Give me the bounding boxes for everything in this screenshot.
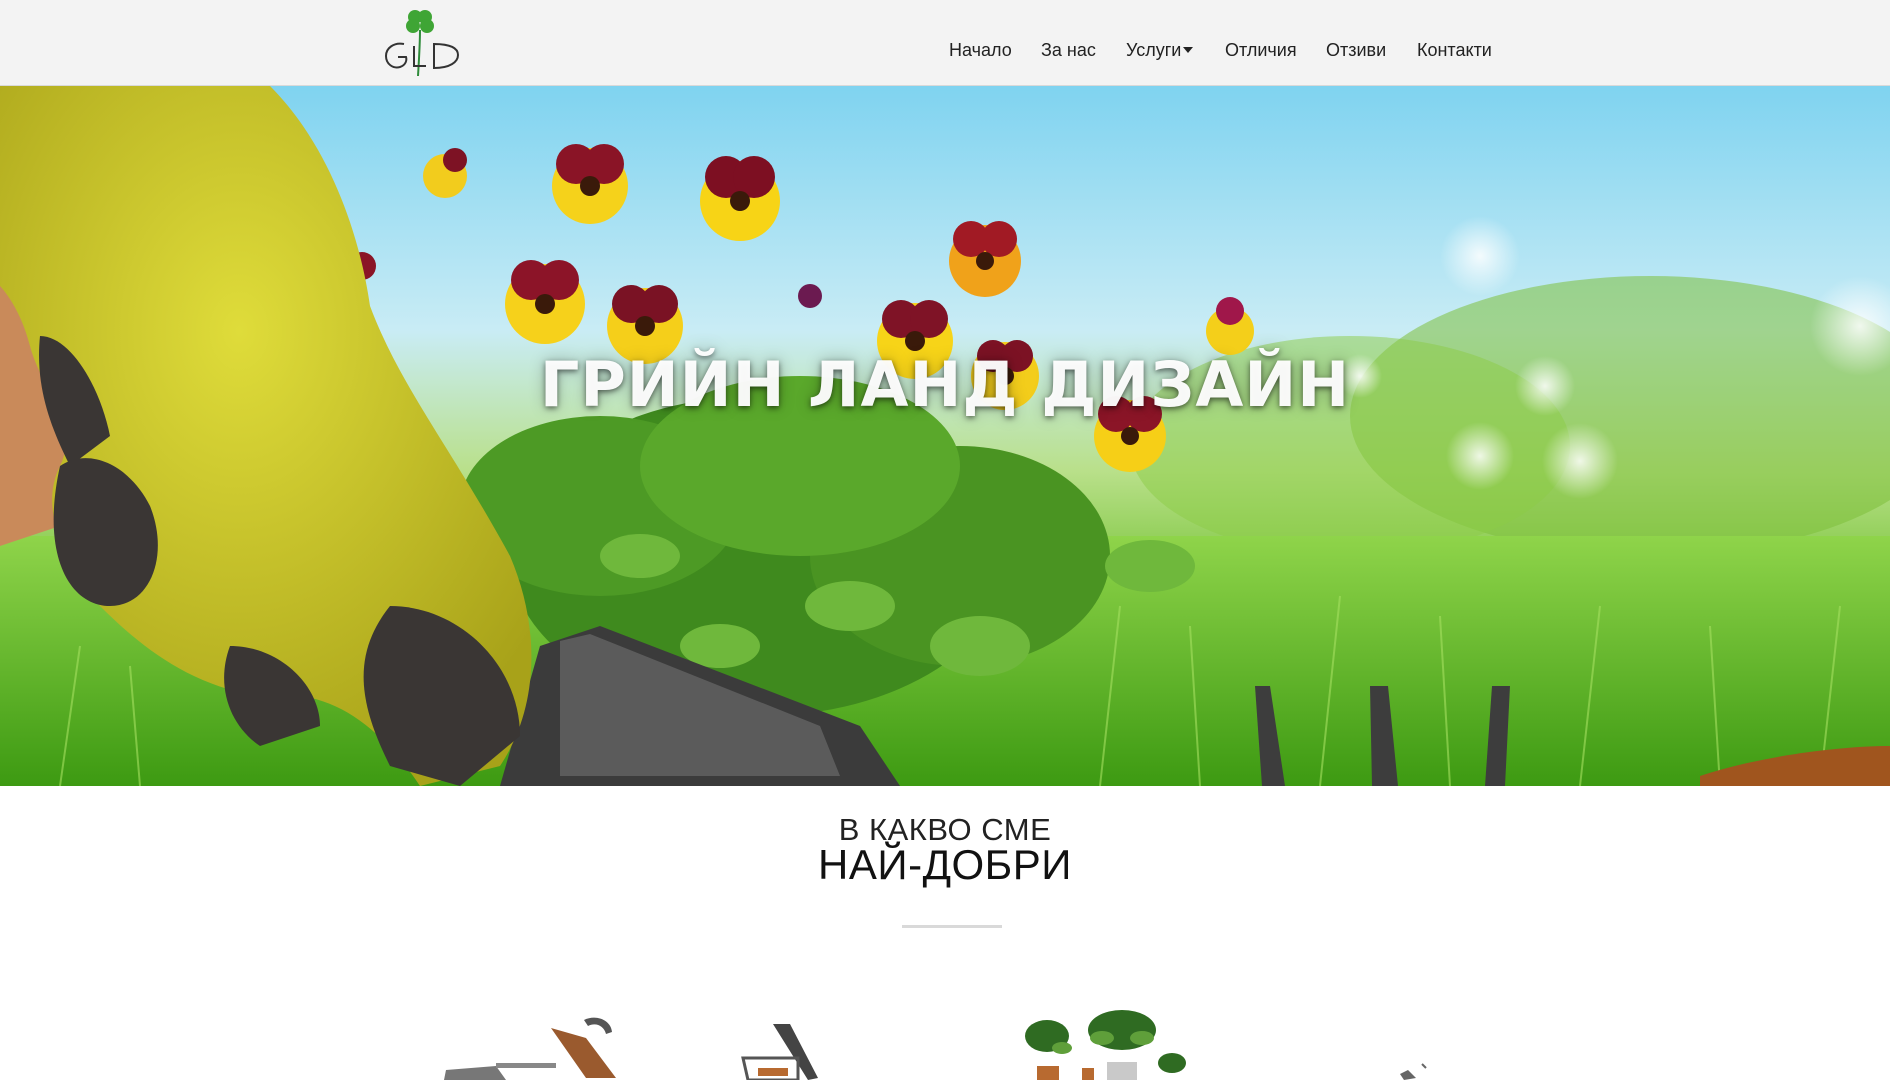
wheelbarrow-icon[interactable] (728, 1008, 838, 1080)
nav-item-reviews[interactable]: Отзиви (1326, 40, 1386, 61)
service-icons-row (0, 1008, 1890, 1080)
nav-item-label: За нас (1041, 40, 1096, 60)
nav-item-label: Услуги (1126, 40, 1182, 60)
nav-item-label: Отзиви (1326, 40, 1387, 60)
nav-item-label: Отличия (1225, 40, 1297, 60)
garden-tools-icon[interactable] (1360, 1008, 1450, 1080)
section-title: НАЙ-ДОБРИ (818, 841, 1072, 888)
potted-plants-icon[interactable] (1022, 1008, 1192, 1080)
gardening-hero-image (0, 86, 1890, 786)
shovel-tools-icon[interactable] (436, 1008, 626, 1080)
nav-item-label: Начало (949, 40, 1012, 60)
nav-item-label: Контакти (1417, 40, 1492, 60)
hero-title: ГРИЙН ЛАНД ДИЗАЙН (539, 348, 1351, 421)
nav-item-advantages[interactable]: Отличия (1225, 40, 1297, 61)
nav-item-home[interactable]: Начало (949, 40, 1012, 61)
chevron-down-icon (1183, 47, 1194, 54)
nav-item-contacts[interactable]: Контакти (1417, 40, 1492, 61)
section-divider (902, 925, 1002, 928)
hero-banner: ГРИЙН ЛАНД ДИЗАЙН (0, 86, 1890, 786)
navbar: Начало За нас Услуги Отличия Отзиви Конт… (0, 0, 1890, 86)
nav-item-services[interactable]: Услуги (1126, 40, 1194, 61)
main-nav: Начало За нас Услуги Отличия Отзиви Конт… (0, 40, 1890, 64)
nav-item-about[interactable]: За нас (1041, 40, 1096, 61)
